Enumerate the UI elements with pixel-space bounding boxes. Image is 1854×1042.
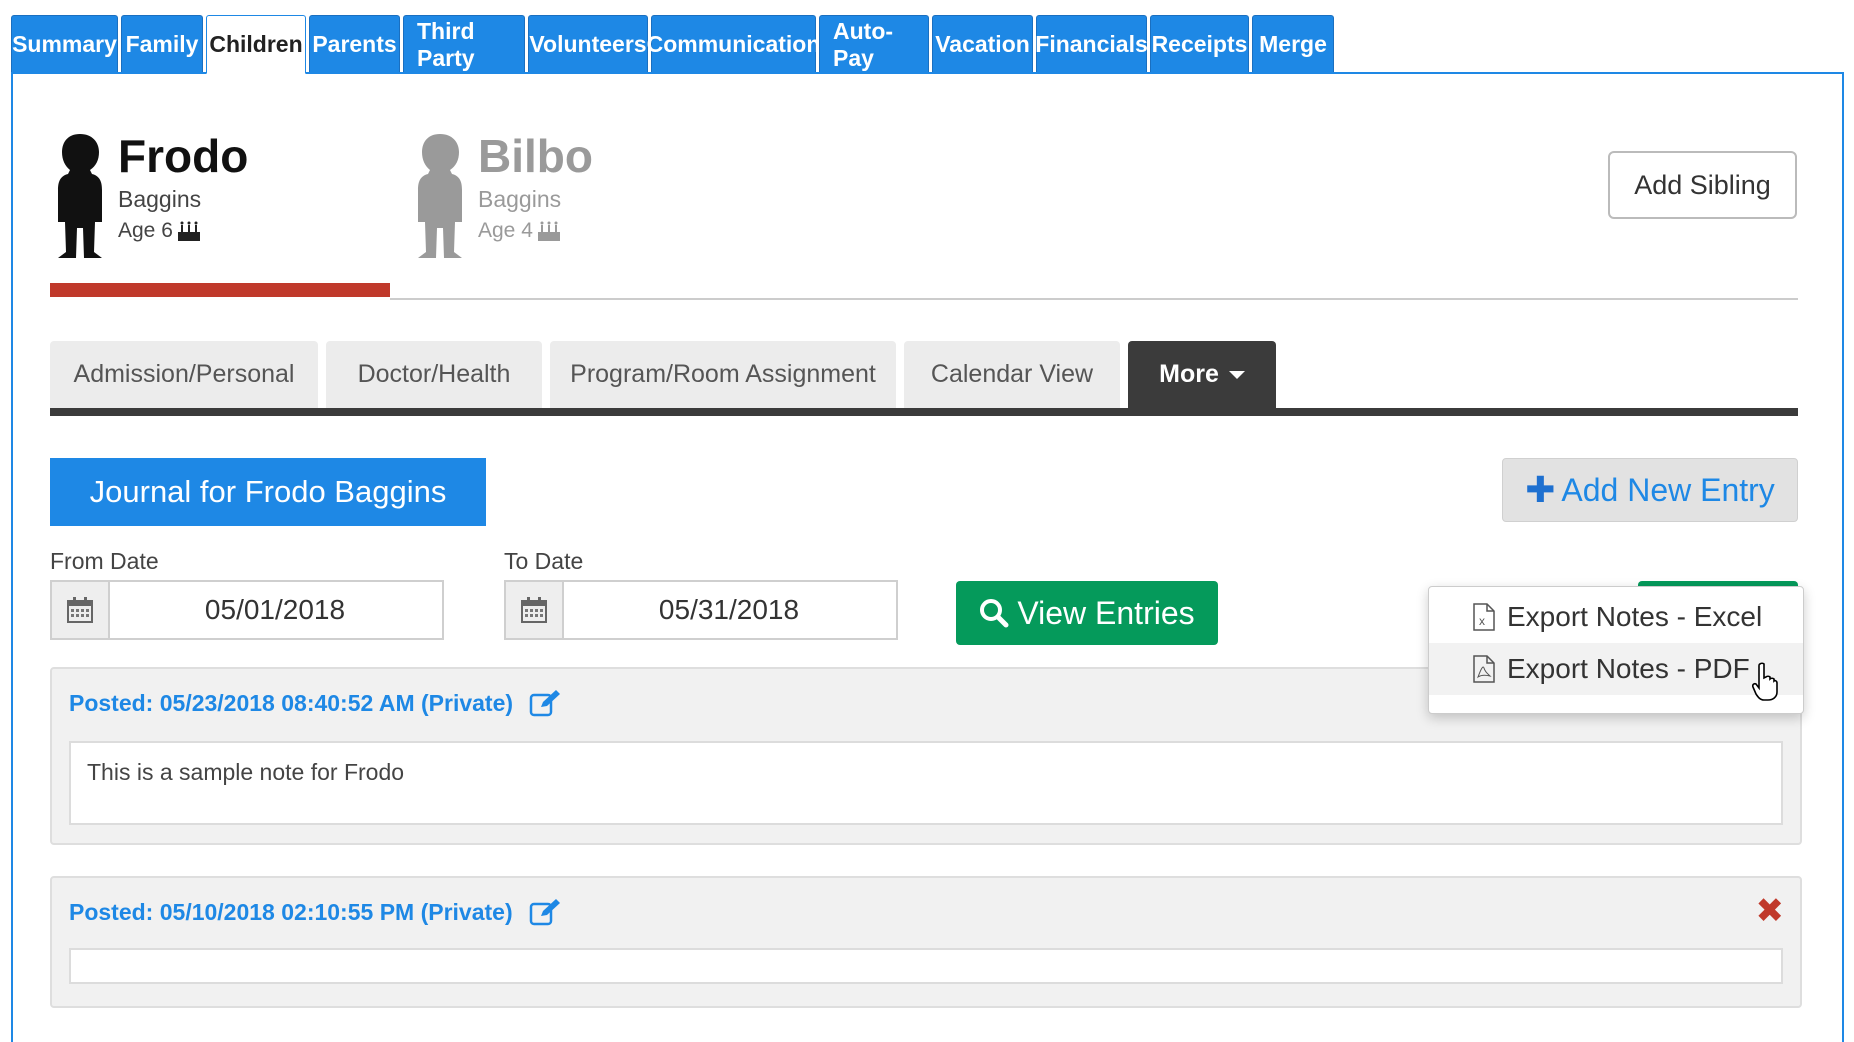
view-entries-label: View Entries [1017,594,1195,631]
calendar-icon[interactable] [52,582,110,638]
entry-header: Posted: 05/23/2018 08:40:52 AM (Private) [69,689,561,717]
tab-receipts[interactable]: Receipts [1150,15,1249,73]
tab-auto-pay[interactable]: Auto-Pay [819,15,929,73]
edit-icon[interactable] [529,689,561,717]
child-silhouette-icon [418,134,462,258]
to-date-group [504,580,898,640]
tab-communication[interactable]: Communication [647,15,820,73]
tab-children[interactable]: Children [206,15,306,74]
selected-child-indicator [50,283,390,297]
child-age-text: Age 4 [478,219,533,242]
child-first-name: Bilbo [478,130,593,182]
child-info: Frodo Baggins Age 6 [118,130,248,260]
delete-icon[interactable]: ✖ [1756,894,1785,928]
caret-down-icon [1228,370,1245,379]
entry-body: This is a sample note for Frodo [69,741,1783,825]
subtab-calendar-view[interactable]: Calendar View [904,341,1120,408]
tab-financials[interactable]: Financials [1035,15,1148,73]
subtab-more-dropdown[interactable]: More [1128,341,1276,408]
journal-title: Journal for Frodo Baggins [50,458,486,526]
subtab-program-room-assignment[interactable]: Program/Room Assignment [550,341,896,408]
add-new-entry-button[interactable]: ✚ Add New Entry [1502,458,1798,522]
subtab-more-label: More [1159,360,1219,388]
hand-cursor-icon [1752,662,1778,701]
child-age-text: Age 6 [118,219,173,242]
child-card-bilbo[interactable]: Bilbo Baggins Age 4 [410,130,593,260]
calendar-icon[interactable] [506,582,564,638]
entry-header: Posted: 05/10/2018 02:10:55 PM (Private) [69,898,561,926]
subtab-underline [50,408,1798,416]
export-pdf-item[interactable]: Export Notes - PDF [1429,643,1803,695]
tab-third-party[interactable]: Third Party [403,15,525,73]
top-tab-bar: Summary Family Children Parents Third Pa… [11,15,1337,74]
birthday-cake-icon [177,221,200,241]
from-date-group [50,580,444,640]
child-age: Age 4 [478,219,593,243]
child-silhouette-icon [58,134,102,258]
child-card-frodo[interactable]: Frodo Baggins Age 6 [50,130,248,260]
export-excel-label: Export Notes - Excel [1507,601,1763,632]
search-icon [980,599,1009,628]
add-sibling-button[interactable]: Add Sibling [1608,151,1797,219]
edit-icon[interactable] [529,898,561,926]
divider [390,298,1798,300]
child-age: Age 6 [118,219,248,243]
entry-body [69,948,1783,984]
tab-merge[interactable]: Merge [1252,15,1334,73]
child-last-name: Baggins [478,186,562,212]
export-excel-item[interactable]: x Export Notes - Excel [1429,591,1803,643]
entry-posted-label: Posted: 05/10/2018 02:10:55 PM (Private) [69,898,513,925]
tab-family[interactable]: Family [121,15,203,73]
to-date-label: To Date [504,548,584,574]
child-last-name: Baggins [118,186,202,212]
birthday-cake-icon [537,221,560,241]
view-entries-button[interactable]: View Entries [956,581,1218,645]
from-date-input[interactable] [110,582,440,638]
export-dropdown-menu: x Export Notes - Excel Export Notes - PD… [1428,586,1804,714]
svg-text:x: x [1479,614,1485,628]
tab-summary[interactable]: Summary [11,15,118,73]
plus-icon: ✚ [1525,469,1556,510]
journal-entry: Posted: 05/10/2018 02:10:55 PM (Private)… [50,876,1802,1008]
to-date-input[interactable] [564,582,894,638]
excel-file-icon: x [1473,603,1495,631]
tab-vacation[interactable]: Vacation [932,15,1033,73]
child-info: Bilbo Baggins Age 4 [478,130,593,260]
pdf-file-icon [1473,655,1495,683]
from-date-label: From Date [50,548,159,574]
child-first-name: Frodo [118,130,249,182]
entry-posted-label: Posted: 05/23/2018 08:40:52 AM (Private) [69,689,514,716]
subtab-admission-personal[interactable]: Admission/Personal [50,341,318,408]
add-new-entry-label: Add New Entry [1561,471,1775,508]
export-pdf-label: Export Notes - PDF [1507,653,1750,684]
subtab-doctor-health[interactable]: Doctor/Health [326,341,542,408]
tab-parents[interactable]: Parents [309,15,400,73]
tab-volunteers[interactable]: Volunteers [528,15,648,73]
